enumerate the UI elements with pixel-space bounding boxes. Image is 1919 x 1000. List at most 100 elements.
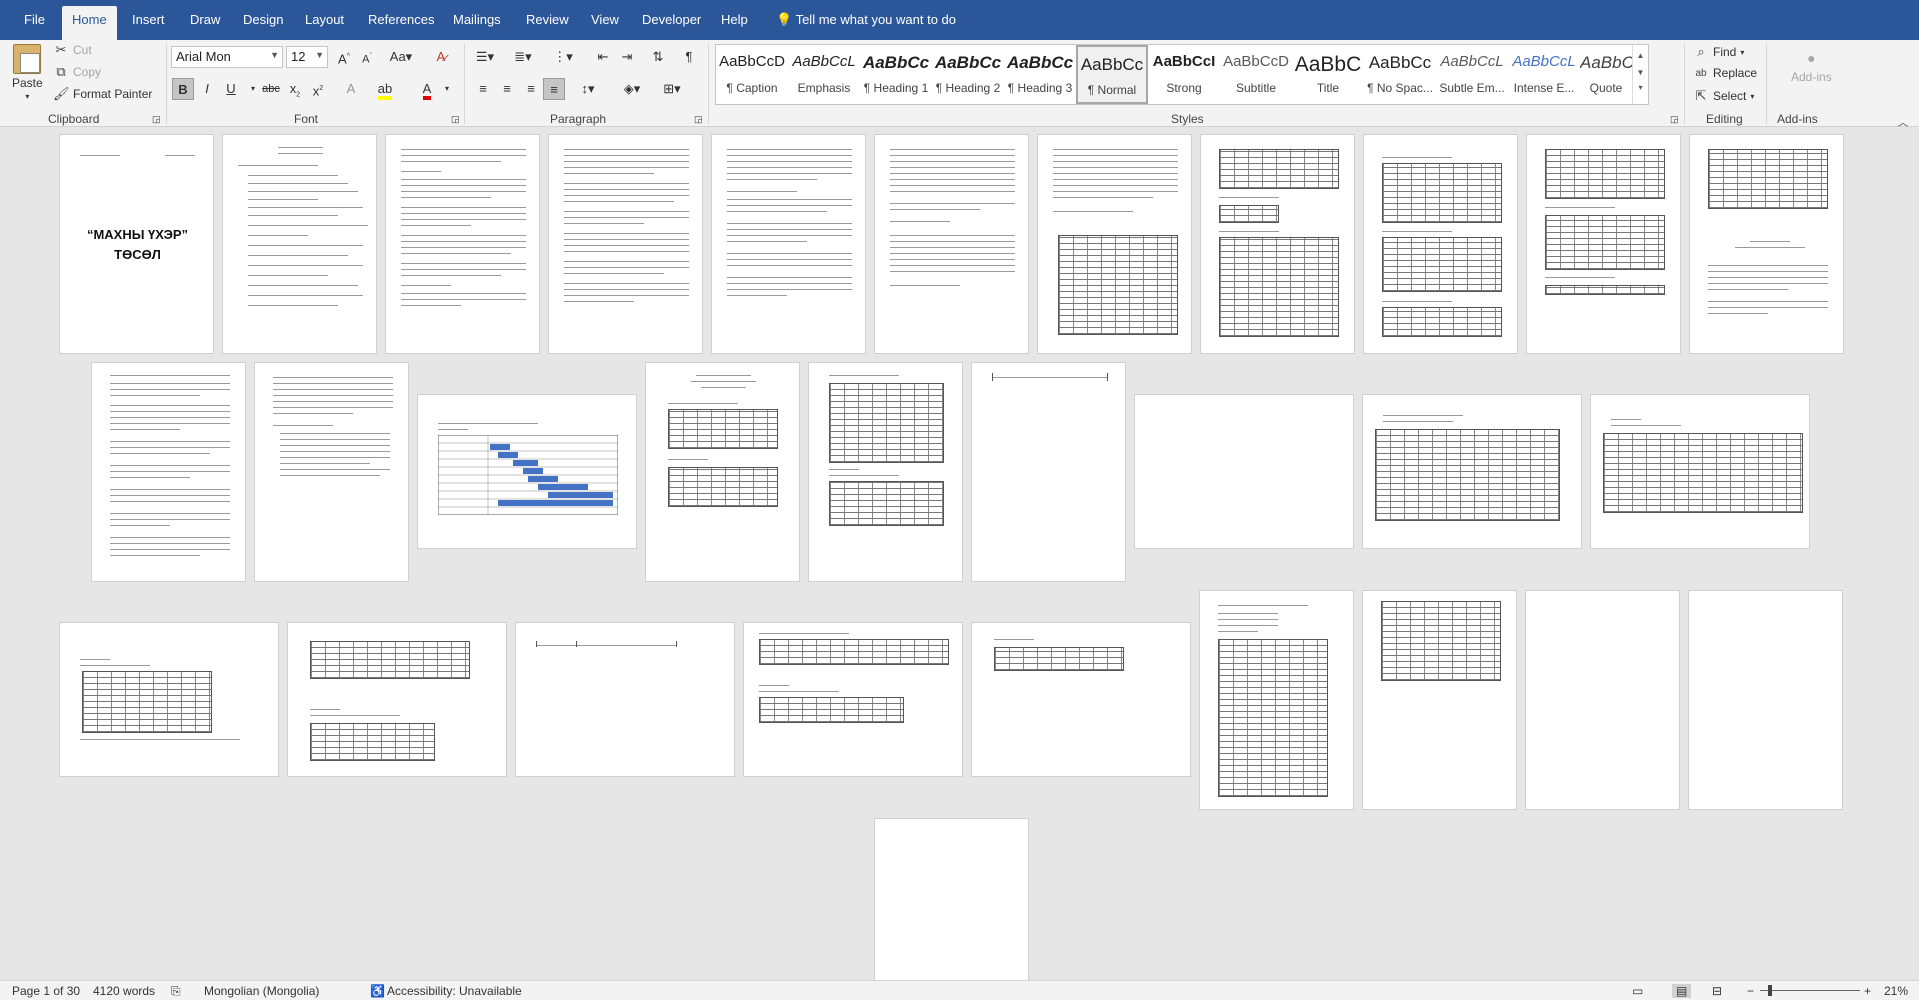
page-thumbnail[interactable] (1590, 394, 1810, 549)
page-thumbnail[interactable] (91, 362, 246, 582)
style-heading-1[interactable]: AaBbCc ¶ Heading 1 (860, 45, 932, 104)
style-intense-emphasis[interactable]: AaBbCcL Intense E... (1508, 45, 1580, 104)
styles-scroll[interactable]: ▲ ▼ ▾ (1632, 45, 1648, 104)
page-thumbnail[interactable] (59, 622, 279, 777)
font-name-combo[interactable]: Arial Mon ▼ (171, 46, 283, 68)
shrink-font-button[interactable]: Aˇ (356, 46, 378, 68)
tab-file[interactable]: File (20, 8, 49, 40)
style-strong[interactable]: AaBbCcI Strong (1148, 45, 1220, 104)
style-quote[interactable]: AaBbCc Quote (1580, 45, 1632, 104)
page-thumbnail[interactable] (874, 134, 1029, 354)
zoom-slider-thumb[interactable] (1768, 985, 1772, 996)
increase-indent-icon[interactable]: ⇥ (616, 46, 638, 68)
page-thumbnail[interactable] (808, 362, 963, 582)
paragraph-launcher-icon[interactable]: ◲ (694, 114, 703, 125)
collapse-ribbon-icon[interactable]: ︿ (1898, 114, 1908, 129)
italic-button[interactable]: I (196, 78, 218, 100)
style-heading-2[interactable]: AaBbCc ¶ Heading 2 (932, 45, 1004, 104)
cut-button[interactable]: ✂ Cut (53, 42, 92, 58)
font-launcher-icon[interactable]: ◲ (451, 114, 460, 125)
page-thumbnail[interactable] (1525, 590, 1680, 810)
page-thumbnail[interactable] (743, 622, 963, 777)
style-normal[interactable]: AaBbCc ¶ Normal (1076, 45, 1148, 104)
align-left-icon[interactable]: ≡ (472, 78, 494, 100)
numbering-icon[interactable]: ≣▾ (510, 46, 536, 68)
tab-draw[interactable]: Draw (186, 8, 224, 40)
page-thumbnail[interactable] (1199, 590, 1354, 810)
style-caption[interactable]: AaBbCcD ¶ Caption (716, 45, 788, 104)
page-thumbnail[interactable] (417, 394, 637, 549)
language-indicator[interactable]: Mongolian (Mongolia) (204, 984, 319, 998)
page-thumbnail[interactable] (254, 362, 409, 582)
align-right-icon[interactable]: ≡ (520, 78, 542, 100)
underline-button[interactable]: U (220, 78, 242, 100)
page-thumbnail[interactable] (222, 134, 377, 354)
zoom-slider[interactable] (1760, 990, 1860, 991)
subscript-button[interactable]: x2 (284, 78, 306, 100)
tab-references[interactable]: References (364, 8, 438, 40)
word-count[interactable]: 4120 words (93, 984, 155, 998)
replace-button[interactable]: ab Replace (1693, 66, 1757, 80)
decrease-indent-icon[interactable]: ⇤ (592, 46, 614, 68)
web-layout-icon[interactable]: ⊟ (1712, 984, 1722, 998)
style-subtitle[interactable]: AaBbCcD Subtitle (1220, 45, 1292, 104)
page-thumbnail[interactable] (711, 134, 866, 354)
style-title[interactable]: AaBbC Title (1292, 45, 1364, 104)
accessibility-status[interactable]: Accessibility: Unavailable (387, 984, 522, 998)
style-emphasis[interactable]: AaBbCcL Emphasis (788, 45, 860, 104)
tab-layout[interactable]: Layout (301, 8, 348, 40)
tell-me-search[interactable]: 💡 Tell me what you want to do (772, 8, 960, 40)
clear-formatting-icon[interactable]: A̷ (430, 46, 452, 68)
page-thumbnail[interactable] (1362, 394, 1582, 549)
multilevel-list-icon[interactable]: ⋮▾ (550, 46, 576, 68)
bullets-icon[interactable]: ☰▾ (472, 46, 498, 68)
highlight-color-button[interactable]: ab (374, 78, 396, 100)
add-ins-button[interactable]: ● Add-ins (1791, 50, 1832, 84)
page-thumbnail[interactable] (515, 622, 735, 777)
pilcrow-icon[interactable]: ¶ (678, 46, 700, 68)
align-center-icon[interactable]: ≡ (496, 78, 518, 100)
page-thumbnail[interactable] (1134, 394, 1354, 549)
format-painter-button[interactable]: 🖌 Format Painter (53, 86, 152, 102)
line-spacing-icon[interactable]: ↕▾ (574, 78, 602, 100)
shading-icon[interactable]: ◈▾ (618, 78, 646, 100)
tab-review[interactable]: Review (522, 8, 573, 40)
select-button[interactable]: ⇱ Select ▾ (1693, 88, 1755, 104)
zoom-in-icon[interactable]: + (1864, 984, 1871, 998)
tab-developer[interactable]: Developer (638, 8, 705, 40)
find-button[interactable]: ⌕ Find ▾ (1693, 44, 1744, 60)
font-color-button[interactable]: A (416, 78, 438, 100)
page-count[interactable]: Page 1 of 30 (12, 984, 80, 998)
proofing-icon[interactable]: ⎘ (171, 984, 181, 999)
tab-design[interactable]: Design (239, 8, 287, 40)
superscript-button[interactable]: x2 (307, 78, 329, 100)
page-thumbnail[interactable] (971, 622, 1191, 777)
page-thumbnail[interactable] (548, 134, 703, 354)
page-thumbnail[interactable] (1200, 134, 1355, 354)
text-effects-icon[interactable]: A (340, 78, 362, 100)
sort-icon[interactable]: ⇅ (647, 46, 669, 68)
page-thumbnail[interactable] (287, 622, 507, 777)
page-thumbnail[interactable] (971, 362, 1126, 582)
read-mode-icon[interactable]: ▭ (1632, 984, 1643, 998)
copy-button[interactable]: ⧉ Copy (53, 64, 101, 80)
page-thumbnail[interactable] (1688, 590, 1843, 810)
paste-button[interactable]: Paste ▾ (12, 44, 43, 101)
zoom-out-icon[interactable]: − (1747, 984, 1754, 998)
clipboard-launcher-icon[interactable]: ◲ (152, 114, 161, 125)
borders-icon[interactable]: ⊞▾ (658, 78, 686, 100)
tab-home[interactable]: Home (62, 6, 117, 40)
tab-insert[interactable]: Insert (128, 8, 169, 40)
page-thumbnail[interactable] (1037, 134, 1192, 354)
document-canvas[interactable]: “МАХНЫ ҮХЭР” ТӨСӨЛ (0, 128, 1919, 980)
grow-font-button[interactable]: A^ (333, 46, 355, 68)
page-thumbnail[interactable] (1362, 590, 1517, 810)
chevron-down-icon[interactable]: ▾ (436, 78, 458, 100)
page-thumbnail[interactable] (1689, 134, 1844, 354)
style-no-spacing[interactable]: AaBbCc ¶ No Spac... (1364, 45, 1436, 104)
page-thumbnail[interactable] (385, 134, 540, 354)
tab-view[interactable]: View (587, 8, 623, 40)
justify-icon[interactable]: ≡ (543, 78, 565, 100)
styles-launcher-icon[interactable]: ◲ (1670, 114, 1679, 125)
strikethrough-button[interactable]: abc (260, 78, 282, 100)
